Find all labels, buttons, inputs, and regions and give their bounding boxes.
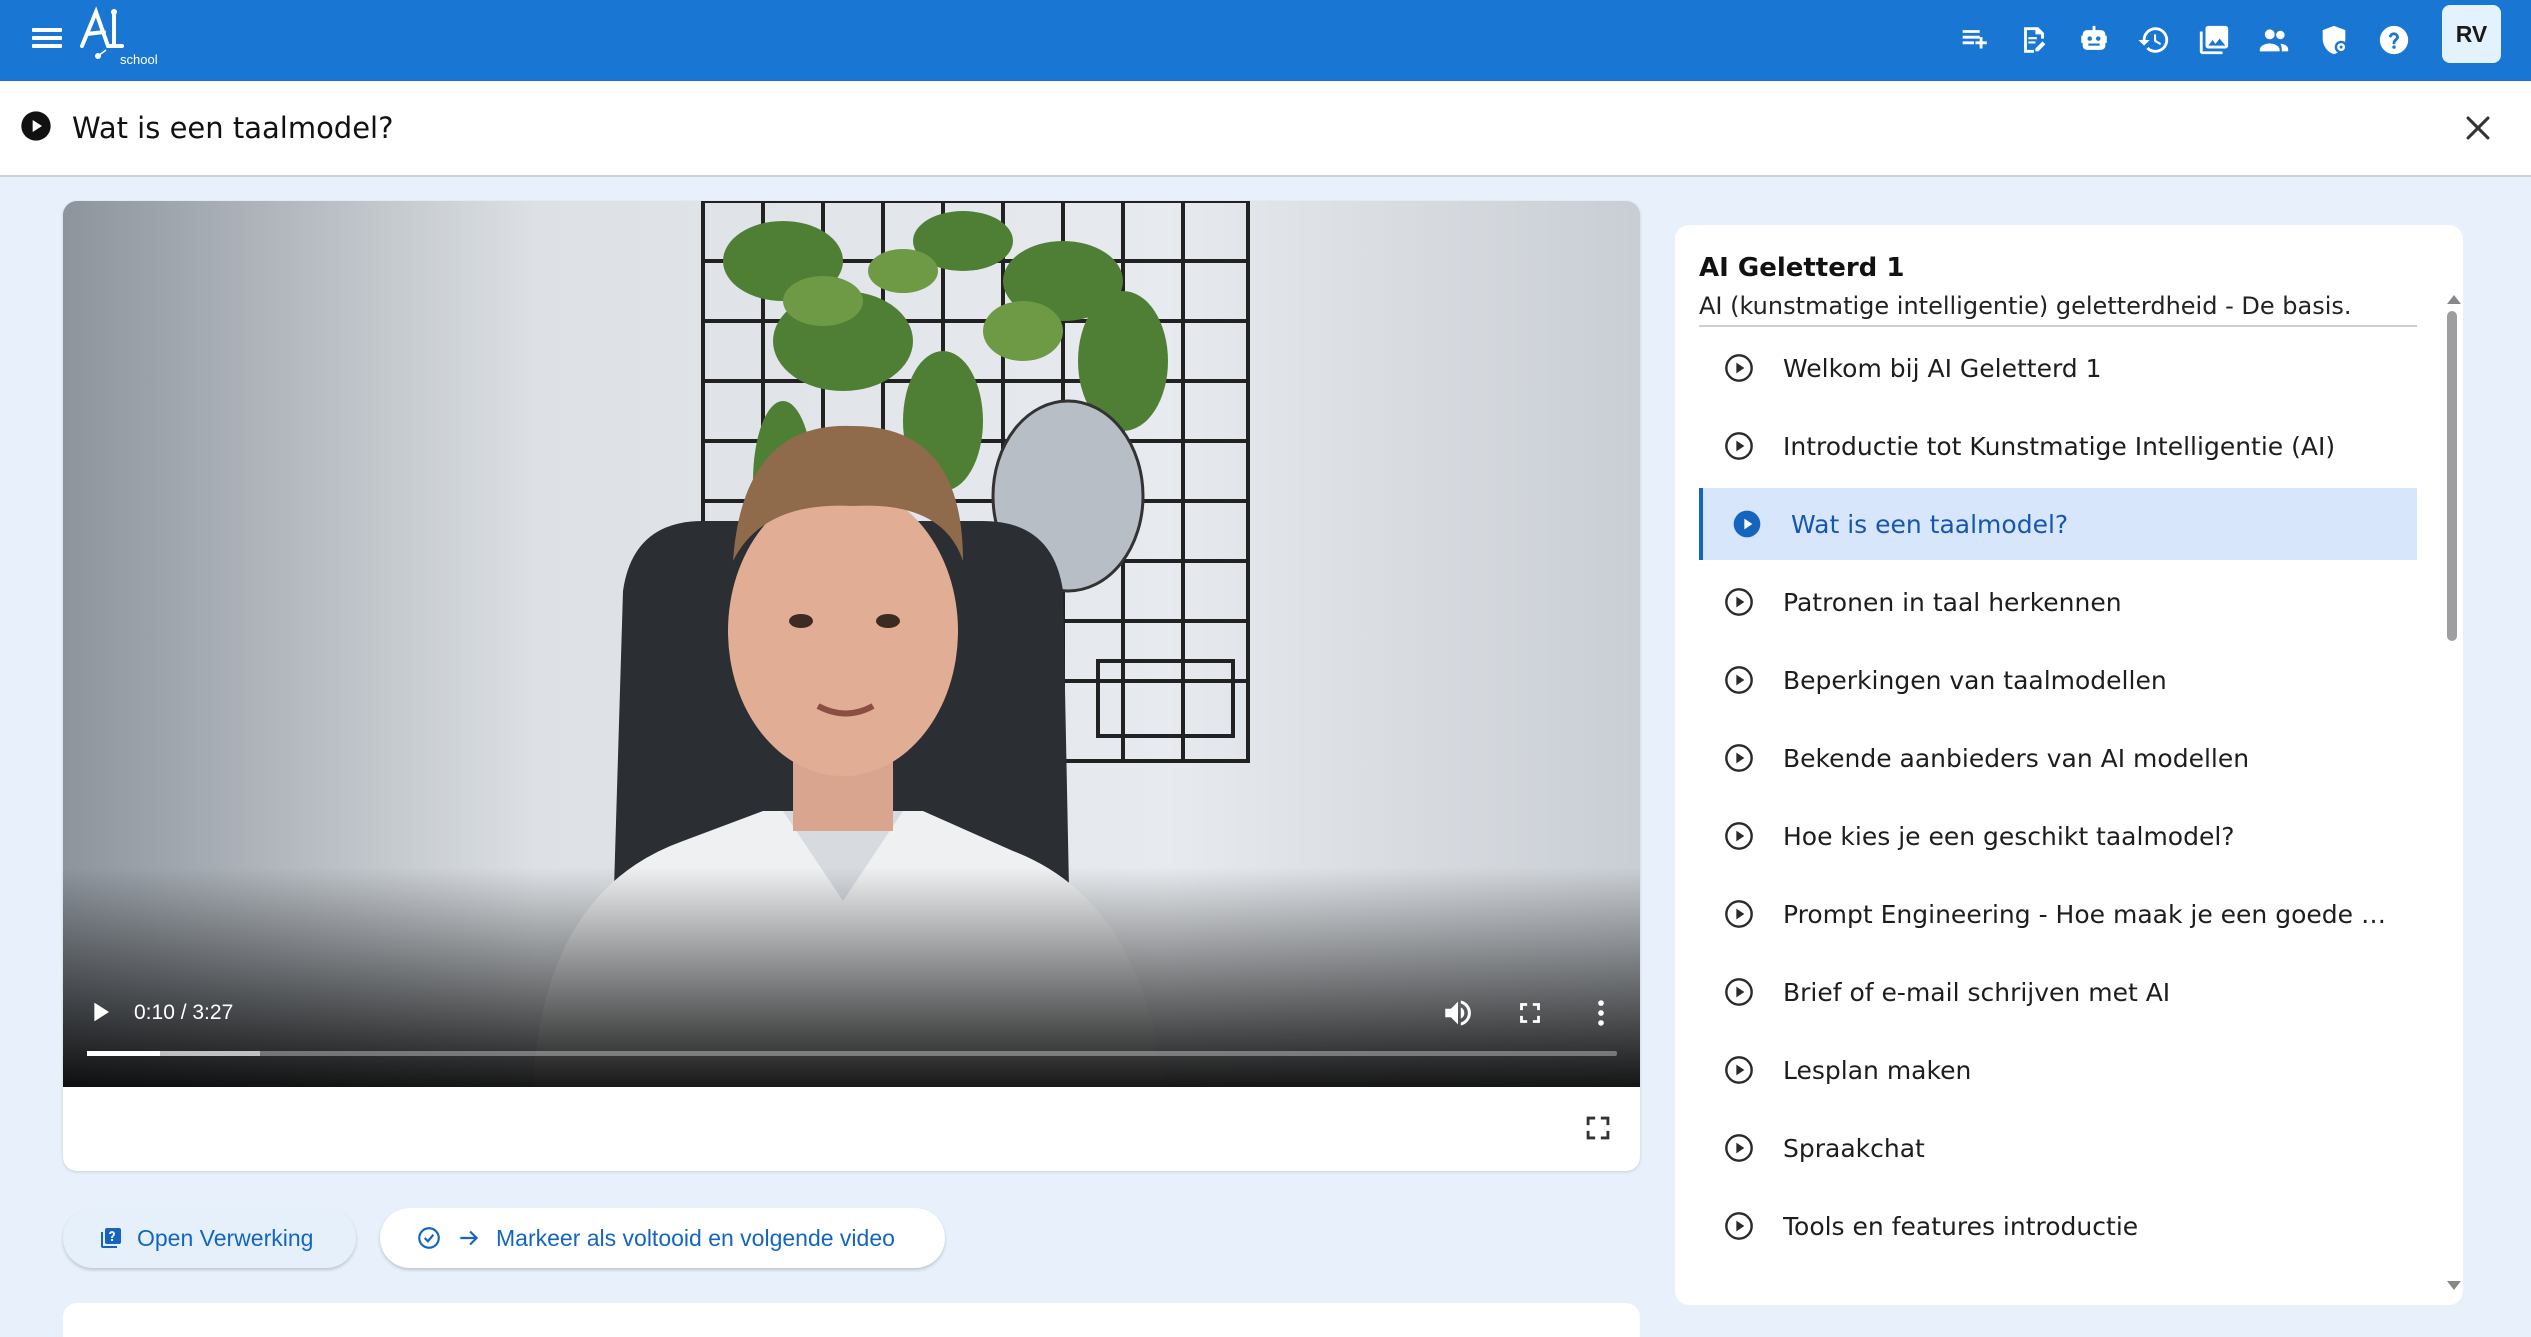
menu-icon[interactable] bbox=[30, 24, 64, 56]
divider bbox=[1699, 325, 2417, 327]
lesson-label: Brief of e-mail schrijven met AI bbox=[1783, 977, 2171, 1007]
scrollbar[interactable] bbox=[2443, 295, 2461, 1295]
lesson-label: Hoe kies je een geschikt taalmodel? bbox=[1783, 821, 2235, 851]
more-vert-icon[interactable] bbox=[1584, 996, 1618, 1030]
lesson-item[interactable]: Beperkingen van taalmodellen bbox=[1699, 641, 2417, 719]
photo-library-icon[interactable] bbox=[2192, 18, 2236, 62]
lesson-item[interactable]: Hoe kies je een geschikt taalmodel? bbox=[1699, 797, 2417, 875]
people-icon[interactable] bbox=[2252, 18, 2296, 62]
content-card bbox=[63, 1303, 1640, 1337]
video-card: 0:10 / 3:27 bbox=[63, 201, 1640, 1171]
robot-icon[interactable] bbox=[2072, 18, 2116, 62]
lesson-label: Wat is een taalmodel? bbox=[1791, 509, 2069, 539]
play-circle-icon bbox=[1723, 664, 1755, 696]
lesson-title-bar: Wat is een taalmodel? bbox=[0, 81, 2531, 177]
play-circle-icon bbox=[1723, 586, 1755, 618]
lesson-item[interactable]: Spraakchat bbox=[1699, 1109, 2417, 1187]
lesson-item[interactable]: Introductie tot Kunstmatige Intelligenti… bbox=[1699, 407, 2417, 485]
play-circle-icon bbox=[1723, 1054, 1755, 1086]
lesson-item[interactable]: Lesplan maken bbox=[1699, 1031, 2417, 1109]
top-app-bar: school RV bbox=[0, 0, 2531, 81]
play-circle-icon bbox=[1723, 1210, 1755, 1242]
lesson-label: Spraakchat bbox=[1783, 1133, 1925, 1163]
svg-text:school: school bbox=[120, 52, 158, 67]
lesson-item[interactable]: Bekende aanbieders van AI modellen bbox=[1699, 719, 2417, 797]
lesson-label: Prompt Engineering - Hoe maak je een goe… bbox=[1783, 899, 2386, 929]
course-title: AI Geletterd 1 bbox=[1699, 253, 1905, 283]
lesson-label: Patronen in taal herkennen bbox=[1783, 587, 2122, 617]
lesson-item[interactable]: Wat is een taalmodel? bbox=[1699, 488, 2417, 560]
video-frame-image bbox=[63, 201, 1640, 1087]
play-circle-icon bbox=[1723, 820, 1755, 852]
play-circle-icon bbox=[1723, 976, 1755, 1008]
play-circle-icon bbox=[1723, 430, 1755, 462]
ai-school-logo[interactable]: school bbox=[76, 6, 166, 72]
video-time: 0:10 / 3:27 bbox=[134, 1001, 234, 1024]
video-player[interactable]: 0:10 / 3:27 bbox=[63, 201, 1640, 1087]
lesson-label: Tools en features introductie bbox=[1783, 1211, 2139, 1241]
avatar[interactable]: RV bbox=[2442, 5, 2501, 63]
scroll-down-arrow[interactable] bbox=[2447, 1281, 2461, 1290]
quiz-icon bbox=[101, 1228, 121, 1248]
lesson-item[interactable]: Prompt Engineering - Hoe maak je een goe… bbox=[1699, 875, 2417, 953]
mark-complete-next-button[interactable]: Markeer als voltooid en volgende video bbox=[380, 1208, 945, 1268]
play-circle-icon bbox=[1723, 898, 1755, 930]
open-verwerking-label: Open Verwerking bbox=[137, 1224, 314, 1251]
lesson-label: Beperkingen van taalmodellen bbox=[1783, 665, 2167, 695]
lesson-item[interactable]: Tools en features introductie bbox=[1699, 1187, 2417, 1265]
history-icon[interactable] bbox=[2132, 18, 2176, 62]
shield-gear-icon[interactable] bbox=[2312, 18, 2356, 62]
lesson-label: Lesplan maken bbox=[1783, 1055, 1972, 1085]
play-circle-icon bbox=[1723, 742, 1755, 774]
course-subtitle: AI (kunstmatige intelligentie) geletterd… bbox=[1699, 292, 2352, 320]
arrow-forward-icon bbox=[460, 1230, 479, 1246]
play-icon[interactable] bbox=[85, 996, 117, 1028]
course-sidebar: AI Geletterd 1 AI (kunstmatige intellige… bbox=[1675, 225, 2463, 1305]
lesson-label: Introductie tot Kunstmatige Intelligenti… bbox=[1783, 431, 2336, 461]
mark-complete-label: Markeer als voltooid en volgende video bbox=[496, 1224, 895, 1251]
lesson-item[interactable]: Brief of e-mail schrijven met AI bbox=[1699, 953, 2417, 1031]
play-circle-icon bbox=[1723, 1132, 1755, 1164]
close-icon[interactable] bbox=[2461, 111, 2495, 145]
scroll-up-arrow[interactable] bbox=[2447, 295, 2461, 304]
lesson-label: Welkom bij AI Geletterd 1 bbox=[1783, 353, 2102, 383]
check-circle-icon bbox=[418, 1227, 440, 1249]
video-progress-fill bbox=[87, 1051, 161, 1056]
scrollbar-thumb[interactable] bbox=[2447, 311, 2457, 641]
lesson-item[interactable]: Welkom bij AI Geletterd 1 bbox=[1699, 329, 2417, 407]
play-circle-icon bbox=[20, 110, 52, 142]
assignment-edit-icon[interactable] bbox=[2012, 18, 2056, 62]
lesson-item[interactable]: Patronen in taal herkennen bbox=[1699, 563, 2417, 641]
lesson-label: Bekende aanbieders van AI modellen bbox=[1783, 743, 2250, 773]
help-icon[interactable] bbox=[2372, 18, 2416, 62]
page-title: Wat is een taalmodel? bbox=[72, 111, 394, 145]
play-circle-icon bbox=[1731, 508, 1763, 540]
expand-icon[interactable] bbox=[1581, 1111, 1615, 1145]
open-verwerking-button[interactable]: Open Verwerking bbox=[63, 1208, 356, 1268]
volume-icon[interactable] bbox=[1441, 996, 1475, 1030]
lesson-list: Welkom bij AI Geletterd 1 Introductie tot… bbox=[1699, 329, 2417, 1265]
play-circle-icon bbox=[1723, 352, 1755, 384]
fullscreen-icon[interactable] bbox=[1513, 996, 1547, 1030]
playlist-add-icon[interactable] bbox=[1952, 18, 1996, 62]
video-progress-bar[interactable] bbox=[87, 1051, 1617, 1056]
